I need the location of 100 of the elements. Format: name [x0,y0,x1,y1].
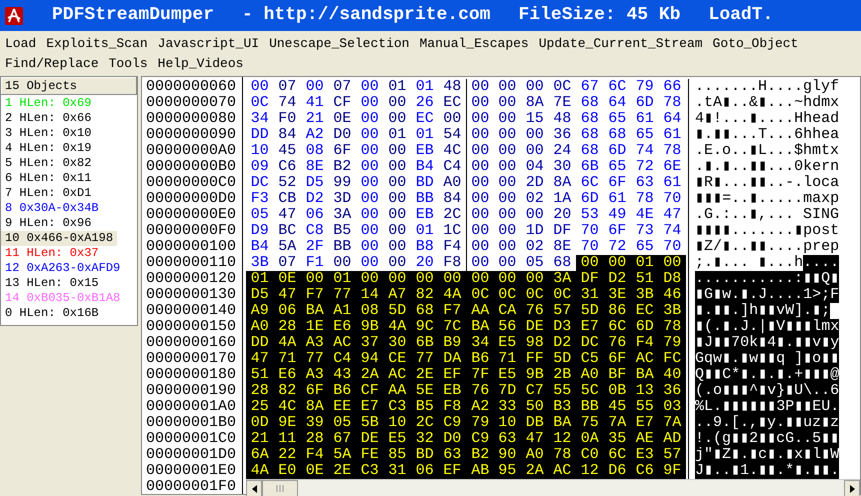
hex-byte[interactable]: 43 [328,367,356,383]
hex-byte[interactable]: C9 [438,415,466,431]
hex-byte[interactable]: 00 [576,255,604,271]
hex-byte[interactable]: 01 [411,79,438,95]
hex-byte[interactable]: 76 [466,383,494,399]
object-list-item[interactable]: 0 HLen: 0x16B [1,306,103,321]
hex-byte[interactable]: 4A [274,335,301,351]
hex-byte[interactable]: D2 [301,191,328,207]
hex-byte[interactable]: BA [301,303,328,319]
hex-byte[interactable]: 1E [301,319,328,335]
ascii-text[interactable]: ;.▮... ▮...h [695,255,804,271]
hex-byte[interactable]: F3 [246,191,274,207]
hex-byte[interactable]: 00 [466,191,494,207]
hex-byte[interactable]: 3B [658,303,686,319]
hex-byte[interactable]: C0 [576,447,604,463]
hex-byte[interactable]: 00 [494,111,521,127]
hex-byte[interactable]: DE [356,431,384,447]
hex-byte[interactable]: 0A [576,431,604,447]
hex-byte[interactable]: A7 [384,287,411,303]
scroll-thumb[interactable] [262,480,298,496]
hex-byte[interactable]: 8A [301,399,328,415]
hex-byte[interactable]: 6F [604,175,631,191]
hex-byte[interactable]: AC [328,335,356,351]
ascii-text[interactable]: ▮(.▮.J.|▮V▮▮▮lmx [695,319,840,335]
hex-byte[interactable]: F7 [438,303,466,319]
hex-byte[interactable]: 45 [274,143,301,159]
hex-byte[interactable]: 57 [658,447,686,463]
hex-byte[interactable]: D6 [604,463,631,479]
hex-byte[interactable]: 28 [274,319,301,335]
hex-byte[interactable]: E5 [494,367,521,383]
hex-byte[interactable]: 82 [274,383,301,399]
hex-byte[interactable]: 00 [466,111,494,127]
hex-byte[interactable]: BB [576,399,604,415]
ascii-text[interactable]: %L.▮▮▮▮▮▮3P▮▮EU. [695,399,840,415]
hex-byte[interactable]: 64 [658,111,686,127]
menu-item[interactable]: Help_Videos [158,54,244,74]
hex-byte[interactable]: FC [658,351,686,367]
scroll-left-button[interactable] [246,480,262,496]
hex-byte[interactable]: 2F [301,239,328,255]
hex-byte[interactable]: 08 [301,143,328,159]
hex-byte[interactable]: 0C [521,287,548,303]
hex-byte[interactable]: 00 [356,127,384,143]
hex-byte[interactable]: 99 [328,175,356,191]
hex-byte[interactable]: 00 [466,223,494,239]
hex-byte[interactable]: 05 [246,207,274,223]
hex-byte[interactable]: BD [411,175,438,191]
hex-byte[interactable]: BA [631,367,658,383]
hex-byte[interactable]: 7F [466,367,494,383]
hex-byte[interactable]: C7 [521,383,548,399]
hex-byte[interactable]: AD [658,431,686,447]
object-list-item[interactable]: 10 0x466-0xA198 [1,231,118,246]
hex-byte[interactable]: EF [438,463,466,479]
hex-byte[interactable]: 51 [631,271,658,287]
hex-byte[interactable]: 06 [301,207,328,223]
menu-item[interactable]: Unescape_Selection [269,34,410,54]
hex-byte[interactable]: 0C [548,287,576,303]
hex-byte[interactable]: A0 [521,447,548,463]
hex-byte[interactable]: 5A [328,447,356,463]
hex-byte[interactable]: 00 [494,191,521,207]
hex-byte[interactable]: 31 [384,463,411,479]
hex-byte[interactable]: E7 [356,399,384,415]
hex-byte[interactable]: CA [494,303,521,319]
hex-byte[interactable]: DD [246,335,274,351]
ascii-text[interactable]: ▮▮▮=..▮.....maxp [695,191,840,207]
hex-byte[interactable]: 9B [521,367,548,383]
hex-byte[interactable]: 3E [604,287,631,303]
hex-byte[interactable]: 6C [604,79,631,95]
hex-byte[interactable]: 9C [411,319,438,335]
hex-byte[interactable]: 34 [466,335,494,351]
hex-byte[interactable]: 05 [328,415,356,431]
hex-byte[interactable]: 39 [301,415,328,431]
hex-byte[interactable]: 5C [576,383,604,399]
hex-byte[interactable]: 00 [521,271,548,287]
hex-byte[interactable]: 00 [384,159,411,175]
hex-byte[interactable]: 32 [411,431,438,447]
hex-byte[interactable]: 0E [301,463,328,479]
ascii-text[interactable]: Gqw▮.▮w▮▮q ]▮o▮▮ [695,351,840,367]
hex-byte[interactable]: 98 [521,335,548,351]
hex-byte[interactable]: 00 [356,255,384,271]
hex-byte[interactable]: 12 [576,463,604,479]
hex-byte[interactable]: E3 [631,447,658,463]
hex-byte[interactable]: 00 [466,175,494,191]
hex-byte[interactable]: 86 [604,303,631,319]
hex-byte[interactable]: 00 [384,143,411,159]
hex-byte[interactable]: 00 [466,271,494,287]
hex-byte[interactable]: 82 [411,287,438,303]
ascii-text[interactable]: ▮J▮▮70k▮4▮.▮▮v▮y [695,335,840,351]
hex-byte[interactable]: 01 [631,255,658,271]
hex-byte[interactable]: 00 [521,127,548,143]
hex-byte[interactable]: 00 [356,207,384,223]
hex-byte[interactable]: 63 [494,431,521,447]
hex-byte[interactable]: E7 [631,415,658,431]
hex-byte[interactable]: 68 [604,127,631,143]
hex-byte[interactable]: 64 [604,95,631,111]
hex-byte[interactable]: 66 [658,79,686,95]
hex-byte[interactable]: 6C [604,447,631,463]
hex-byte[interactable]: 07 [328,79,356,95]
hex-byte[interactable]: 47 [274,207,301,223]
hex-byte[interactable]: 0E [274,271,301,287]
ascii-text[interactable]: ▮Z/▮..▮▮....prep [695,239,840,255]
